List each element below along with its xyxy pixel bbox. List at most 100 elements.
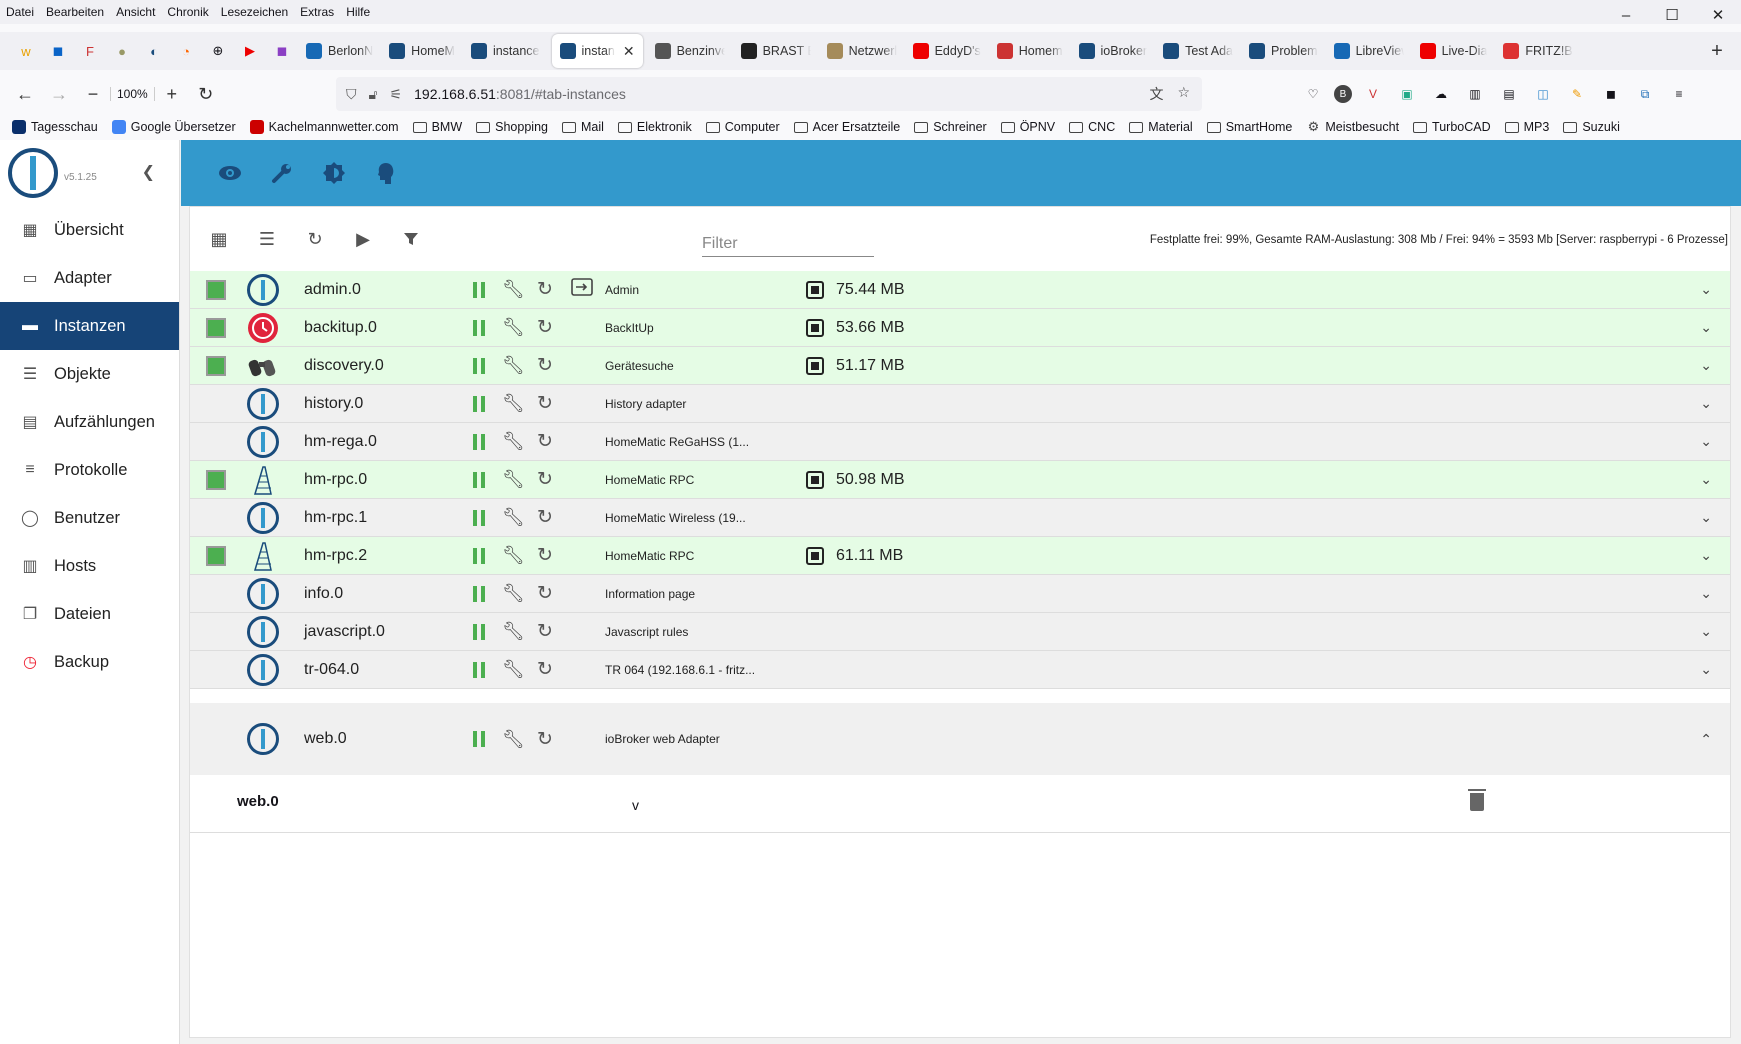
bookmark-item[interactable]: Elektronik [617, 120, 692, 134]
chevron-down-icon[interactable]: ⌄ [1700, 623, 1712, 640]
chevron-down-icon[interactable]: ⌄ [1700, 547, 1712, 564]
extension-grid-icon[interactable]: ▥ [1462, 81, 1488, 107]
menu-item[interactable]: Lesezeichen [221, 5, 288, 19]
reader-icon[interactable]: ▤ [1496, 81, 1522, 107]
bookmark-item[interactable]: MP3 [1504, 120, 1549, 134]
hamburger-menu-icon[interactable]: ≡ [1666, 81, 1692, 107]
back-button[interactable]: ← [8, 77, 42, 111]
menu-item[interactable]: Ansicht [116, 5, 155, 19]
bookmark-item[interactable]: Shopping [476, 120, 548, 134]
wrench-icon[interactable] [269, 160, 295, 186]
list-view-icon[interactable]: ☰ [252, 224, 282, 254]
minimize-button[interactable]: – [1603, 0, 1649, 30]
filter-icon[interactable] [396, 224, 426, 254]
pocket-icon[interactable]: ♡ [1300, 81, 1326, 107]
restart-icon[interactable]: ↻ [537, 392, 553, 415]
translate-ext-icon[interactable]: ⧉ [1632, 81, 1658, 107]
instance-row[interactable]: hm-rpc.1 🔧︎ ↻ HomeMatic Wireless (19... ⌄ [190, 499, 1730, 537]
bookmark-item[interactable]: ⚙ Meistbesucht [1306, 119, 1399, 134]
sidebar-item[interactable]: ▬ Instanzen [0, 302, 179, 350]
delete-icon[interactable] [1468, 789, 1486, 811]
bookmark-item[interactable]: Kachelmannwetter.com [249, 120, 399, 134]
bookmark-item[interactable]: BMW [412, 120, 462, 134]
pinned-tab-icon[interactable]: ◔ [170, 36, 202, 66]
outlook-icon[interactable]: ◼ [42, 36, 74, 66]
enabled-checkbox[interactable] [206, 545, 226, 566]
pause-icon[interactable] [473, 433, 487, 450]
bookmark-item[interactable]: CNC [1069, 120, 1115, 134]
browser-tab[interactable]: Homem [989, 34, 1071, 68]
pause-icon[interactable] [473, 731, 487, 747]
pinned-tab-icon[interactable]: F [74, 36, 106, 66]
chevron-down-icon[interactable]: ⌄ [1700, 357, 1712, 374]
close-tab-icon[interactable]: ✕ [623, 43, 635, 60]
browser-tab[interactable]: BerlonN [298, 34, 381, 68]
chevron-up-icon[interactable]: ⌃ [1700, 731, 1712, 748]
extension-blue-icon[interactable]: ◫ [1530, 81, 1556, 107]
globe-icon[interactable]: ⊕ [202, 36, 234, 66]
zoom-level[interactable]: 100% [110, 87, 155, 101]
restart-icon[interactable]: ↻ [537, 658, 553, 681]
settings-wrench-icon[interactable]: 🔧︎ [502, 469, 525, 490]
zoom-out-button[interactable]: − [76, 77, 110, 111]
menu-item[interactable]: Chronik [167, 5, 208, 19]
pause-icon[interactable] [473, 661, 487, 678]
settings-wrench-icon[interactable]: 🔧︎ [502, 621, 525, 642]
pause-icon[interactable] [473, 623, 487, 640]
zoom-in-button[interactable]: + [155, 77, 189, 111]
chevron-down-icon[interactable]: ⌄ [1700, 395, 1712, 412]
bookmark-item[interactable]: TurboCAD [1413, 120, 1491, 134]
play-icon[interactable]: ▶ [348, 224, 378, 254]
extension-b-icon[interactable]: B [1334, 85, 1352, 103]
pause-icon[interactable] [473, 471, 487, 488]
pause-icon[interactable] [473, 357, 487, 374]
enabled-checkbox[interactable] [206, 279, 226, 300]
sidebar-item[interactable]: ▦ Übersicht [0, 206, 179, 254]
forward-button[interactable]: → [42, 77, 76, 111]
chevron-down-icon[interactable]: ⌄ [1700, 509, 1712, 526]
browser-tab[interactable]: Netzwerl [819, 34, 905, 68]
enabled-checkbox[interactable] [206, 355, 226, 376]
bookmark-item[interactable]: Mail [561, 120, 604, 134]
instance-row[interactable]: admin.0 🔧︎ ↻ Admin 75.44 MB ⌄ [190, 271, 1730, 309]
settings-wrench-icon[interactable]: 🔧︎ [502, 279, 525, 300]
maximize-button[interactable]: ☐ [1649, 0, 1695, 30]
settings-wrench-icon[interactable]: 🔧︎ [502, 355, 525, 376]
restart-icon[interactable]: ↻ [537, 544, 553, 567]
expanded-instance-row[interactable]: web.0 🔧︎ ↻ ioBroker web Adapter ⌃ [190, 703, 1730, 775]
sidebar-item[interactable]: ▤ Aufzählungen [0, 398, 179, 446]
bookmark-item[interactable]: SmartHome [1206, 120, 1292, 134]
pause-icon[interactable] [473, 547, 487, 564]
sidebar-item[interactable]: ≡ Protokolle [0, 446, 179, 494]
sidebar-item[interactable]: ◷ Backup [0, 638, 179, 686]
sidebar-item[interactable]: ☰ Objekte [0, 350, 179, 398]
menu-item[interactable]: Hilfe [346, 5, 370, 19]
bookmark-item[interactable]: ÖPNV [1000, 120, 1055, 134]
chevron-down-icon[interactable]: ⌄ [1700, 585, 1712, 602]
browser-tab[interactable]: Test Ada [1155, 34, 1241, 68]
restart-icon[interactable]: ↻ [537, 316, 553, 339]
pause-icon[interactable] [473, 281, 487, 298]
restart-icon[interactable]: ↻ [537, 728, 553, 751]
instance-row[interactable]: discovery.0 🔧︎ ↻ Gerätesuche 51.17 MB ⌄ [190, 347, 1730, 385]
pause-icon[interactable] [473, 585, 487, 602]
settings-wrench-icon[interactable]: 🔧︎ [502, 659, 525, 680]
pause-icon[interactable] [473, 395, 487, 412]
enabled-checkbox[interactable] [206, 317, 226, 338]
restart-icon[interactable]: ↻ [537, 468, 553, 491]
chevron-down-icon[interactable]: ⌄ [1700, 281, 1712, 298]
instance-row[interactable]: info.0 🔧︎ ↻ Information page ⌄ [190, 575, 1730, 613]
pause-icon[interactable] [473, 509, 487, 526]
filter-input[interactable]: Filter [702, 235, 874, 257]
settings-wrench-icon[interactable]: 🔧︎ [502, 431, 525, 452]
settings-wrench-icon[interactable]: 🔧︎ [502, 393, 525, 414]
bookmark-item[interactable]: Schreiner [914, 120, 987, 134]
pinned-tab-icon[interactable]: ◐ [138, 36, 170, 66]
shield-icon[interactable]: ⛉ [346, 86, 357, 103]
browser-tab[interactable]: LibreView [1326, 34, 1412, 68]
browser-tab[interactable]: HomeM [381, 34, 463, 68]
pinned-tab-icon[interactable]: w [10, 36, 42, 66]
settings-wrench-icon[interactable]: 🔧︎ [502, 507, 525, 528]
new-tab-button[interactable]: + [1701, 40, 1733, 63]
youtube-icon[interactable]: ▶ [234, 36, 266, 66]
